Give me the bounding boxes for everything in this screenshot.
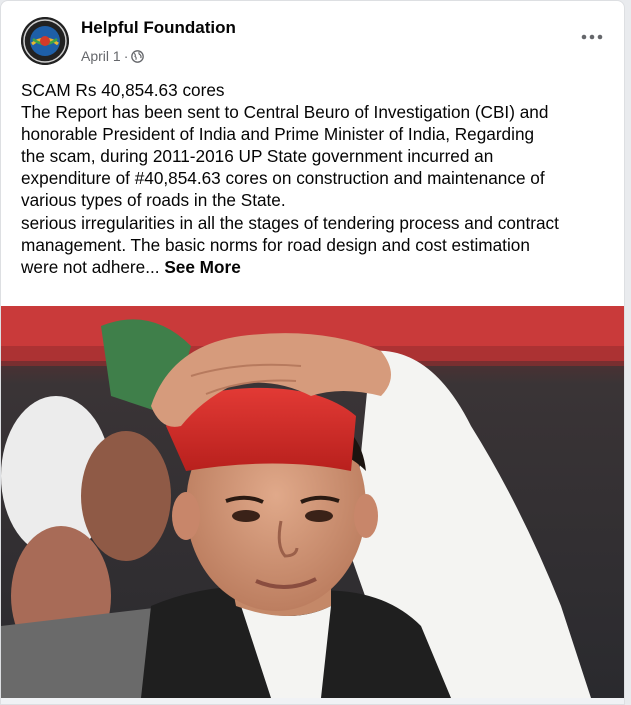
man-in-red-cap-photo bbox=[1, 306, 624, 698]
post-text-last-line: were not adhere... See More bbox=[21, 256, 616, 278]
card-footer-strip bbox=[1, 698, 624, 704]
post-text-line: serious irregularities in all the stages… bbox=[21, 212, 559, 233]
page-name[interactable]: Helpful Foundation bbox=[81, 18, 236, 38]
post-text-line: The Report has been sent to Central Beur… bbox=[21, 102, 549, 123]
post-text-line: various types of roads in the State. bbox=[21, 190, 286, 211]
post-date[interactable]: April 1 bbox=[81, 48, 121, 64]
post-text-truncated: were not adhere... bbox=[21, 256, 160, 277]
post-header: Helpful Foundation April 1 · bbox=[1, 1, 624, 76]
post-text: SCAM Rs 40,854.63 cores The Report has b… bbox=[21, 79, 616, 278]
globe-icon bbox=[131, 49, 145, 63]
foundation-logo-icon bbox=[21, 17, 69, 65]
post-text-line: expenditure of #40,854.63 cores on const… bbox=[21, 168, 545, 189]
more-options-button[interactable] bbox=[576, 25, 608, 49]
see-more-link[interactable]: See More bbox=[164, 257, 240, 277]
post-text-line: the scam, during 2011-2016 UP State gove… bbox=[21, 146, 494, 167]
post-text-line: SCAM Rs 40,854.63 cores bbox=[21, 80, 225, 100]
meta-separator: · bbox=[123, 48, 129, 64]
page-avatar[interactable] bbox=[21, 17, 69, 65]
post-text-line: management. The basic norms for road des… bbox=[21, 234, 530, 255]
post-meta: April 1 · bbox=[81, 48, 145, 64]
post-card: Helpful Foundation April 1 · SCAM Rs 40,… bbox=[0, 0, 625, 705]
ellipsis-icon bbox=[581, 34, 603, 40]
post-text-line: honorable President of India and Prime M… bbox=[21, 124, 535, 145]
post-photo[interactable] bbox=[1, 306, 624, 698]
